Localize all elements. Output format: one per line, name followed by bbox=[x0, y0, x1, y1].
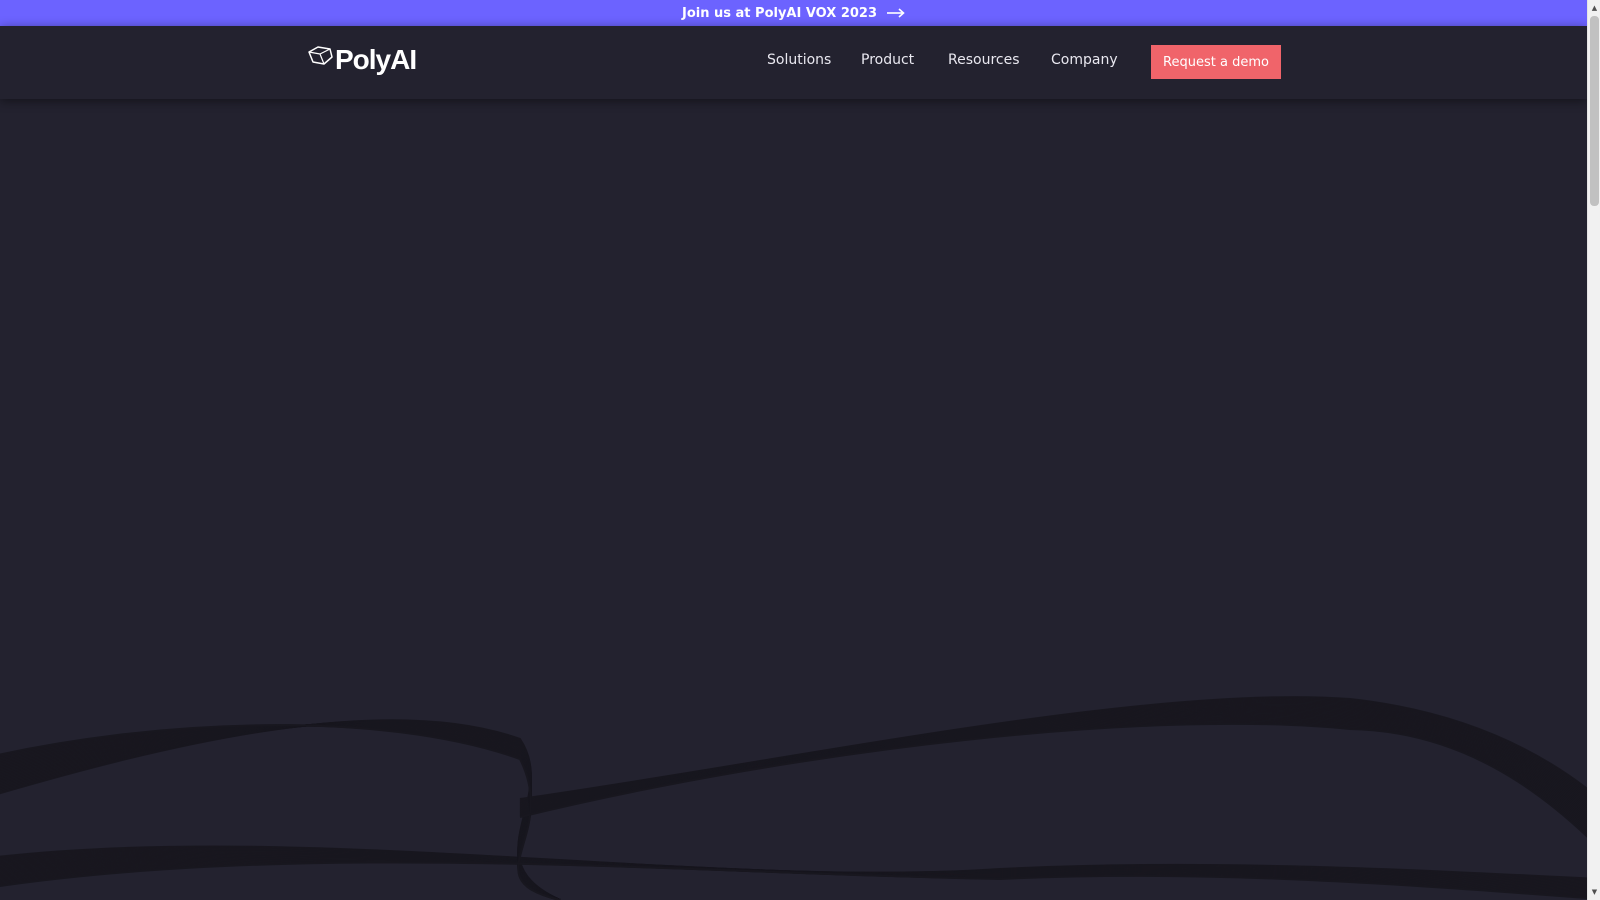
scroll-down-arrow-icon[interactable]: ▼ bbox=[1588, 884, 1600, 900]
scroll-up-arrow-icon[interactable]: ▲ bbox=[1588, 0, 1600, 16]
polyai-logo-mark-icon bbox=[306, 45, 334, 69]
vertical-scrollbar[interactable]: ▲ ▼ bbox=[1587, 0, 1600, 900]
nav-item-resources[interactable]: Resources bbox=[948, 52, 1020, 68]
announcement-text: Join us at PolyAI VOX 2023 bbox=[682, 5, 877, 21]
nav-item-company[interactable]: Company bbox=[1051, 52, 1118, 68]
arrow-right-icon bbox=[887, 8, 905, 18]
announcement-banner[interactable]: Join us at PolyAI VOX 2023 bbox=[0, 0, 1587, 26]
request-demo-button[interactable]: Request a demo bbox=[1151, 45, 1281, 79]
site-header: PolyAI Solutions Product Resources Compa… bbox=[0, 26, 1587, 99]
wave-line bbox=[519, 696, 1587, 800]
nav-item-solutions[interactable]: Solutions bbox=[767, 52, 831, 68]
wave-line bbox=[519, 698, 1587, 802]
logo-wordmark: PolyAI bbox=[335, 44, 417, 75]
page-viewport: Join us at PolyAI VOX 2023 PolyAI Soluti… bbox=[0, 0, 1587, 900]
wave-line bbox=[519, 697, 1587, 801]
decorative-wave-lines bbox=[0, 696, 1587, 900]
wave-line bbox=[519, 722, 1587, 838]
nav-item-product[interactable]: Product bbox=[861, 52, 914, 68]
polyai-logo[interactable]: PolyAI bbox=[306, 44, 417, 76]
scrollbar-thumb[interactable] bbox=[1590, 16, 1599, 206]
wave-line bbox=[519, 721, 1587, 836]
